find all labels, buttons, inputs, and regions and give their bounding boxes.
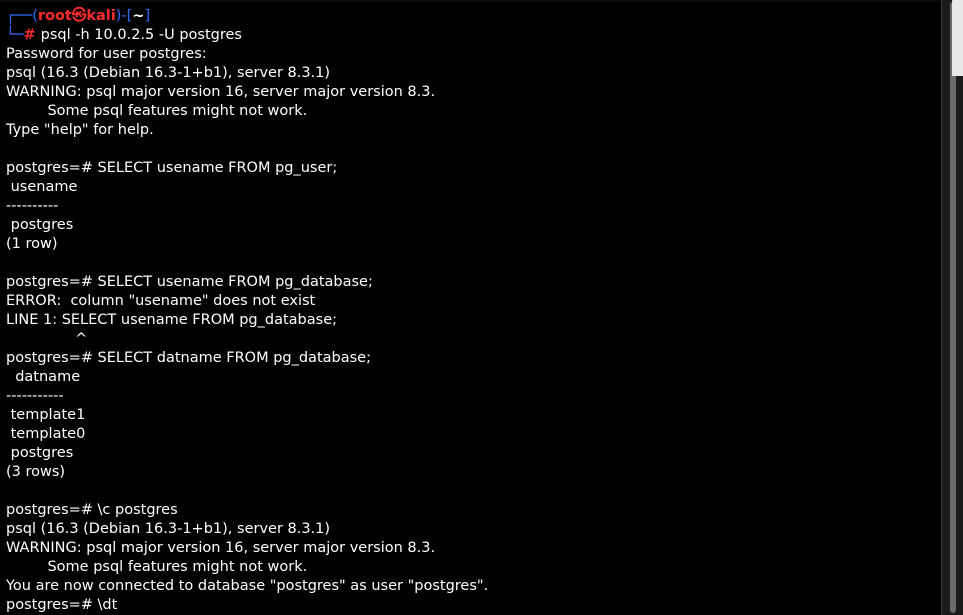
prompt-box-close: ] xyxy=(144,8,151,24)
output-line: postgres=# \dt xyxy=(6,597,118,613)
output-line: You are now connected to database "postg… xyxy=(6,578,489,594)
output-line: template0 xyxy=(6,426,86,442)
output-line: (1 row) xyxy=(6,236,58,252)
prompt-line-2: └─# psql -h 10.0.2.5 -U postgres xyxy=(6,26,488,45)
output-line: Some psql features might not work. xyxy=(6,103,308,119)
output-line: postgres=# \c postgres xyxy=(6,502,178,518)
prompt-cwd: ~ xyxy=(132,8,145,24)
output-line: postgres xyxy=(6,445,74,461)
output-line: Some psql features might not work. xyxy=(6,559,308,575)
prompt-corner: └─ xyxy=(6,27,24,43)
prompt-command: psql -h 10.0.2.5 -U postgres xyxy=(40,27,242,43)
terminal-output: ┌──(root㉿kali)-[~] └─# psql -h 10.0.2.5 … xyxy=(6,7,488,615)
output-line: LINE 1: SELECT usename FROM pg_database; xyxy=(6,312,338,328)
terminal-top-edge xyxy=(0,0,941,2)
output-line: WARNING: psql major version 16, server m… xyxy=(6,540,436,556)
output-line: postgres=# SELECT usename FROM pg_databa… xyxy=(6,274,373,290)
output-line: psql (16.3 (Debian 16.3-1+b1), server 8.… xyxy=(6,65,331,81)
output-line: template1 xyxy=(6,407,86,423)
output-line: postgres xyxy=(6,217,74,233)
prompt-box-mid: )-[ xyxy=(115,8,133,24)
terminal-window[interactable]: ┌──(root㉿kali)-[~] └─# psql -h 10.0.2.5 … xyxy=(0,0,941,615)
prompt-box-open: ┌──( xyxy=(6,8,38,24)
output-line: Password for user postgres: xyxy=(6,46,207,62)
prompt-hash: # xyxy=(23,27,41,43)
terminal-scrollbar[interactable] xyxy=(941,0,963,615)
prompt-line-1: ┌──(root㉿kali)-[~] xyxy=(6,7,488,26)
scrollbar-handle[interactable] xyxy=(952,0,963,76)
output-line: ---------- xyxy=(6,198,59,214)
output-line: postgres=# SELECT usename FROM pg_user; xyxy=(6,160,338,176)
output-line: postgres=# SELECT datname FROM pg_databa… xyxy=(6,350,371,366)
scrollbar-track[interactable] xyxy=(950,2,956,613)
output-line: ----------- xyxy=(6,388,64,404)
output-line: (3 rows) xyxy=(6,464,66,480)
output-line: ERROR: column "usename" does not exist xyxy=(6,293,316,309)
output-line: ^ xyxy=(6,331,88,347)
output-line: psql (16.3 (Debian 16.3-1+b1), server 8.… xyxy=(6,521,331,537)
output-line: datname xyxy=(6,369,81,385)
output-line: usename xyxy=(6,179,78,195)
output-line: WARNING: psql major version 16, server m… xyxy=(6,84,436,100)
prompt-user-host: root㉿kali xyxy=(37,8,116,24)
output-line: Type "help" for help. xyxy=(6,122,154,138)
